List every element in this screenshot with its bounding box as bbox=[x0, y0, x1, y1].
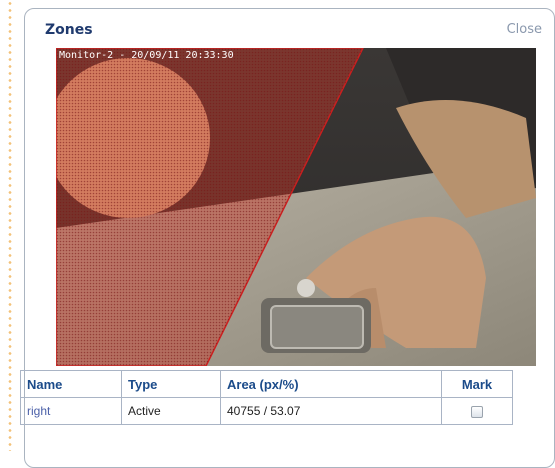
camera-frame: Monitor-2 - 20/09/11 20:33:30 bbox=[56, 48, 536, 366]
monitor-image[interactable]: Monitor-2 - 20/09/11 20:33:30 bbox=[56, 48, 536, 366]
monitor-timestamp: Monitor-2 - 20/09/11 20:33:30 bbox=[59, 50, 234, 61]
header-area: Area (px/%) bbox=[220, 370, 442, 398]
zone-area: 40755 / 53.07 bbox=[220, 397, 442, 425]
close-button[interactable]: Close bbox=[507, 22, 542, 37]
header-type: Type bbox=[121, 370, 221, 398]
zones-table: Name Type Area (px/%) Mark right Active … bbox=[20, 370, 513, 425]
zone-type: Active bbox=[121, 397, 221, 425]
header-mark: Mark bbox=[441, 370, 513, 398]
header-name: Name bbox=[20, 370, 122, 398]
mark-checkbox[interactable] bbox=[471, 405, 483, 418]
zone-name-link[interactable]: right bbox=[27, 404, 50, 418]
dialog-title: Zones bbox=[45, 22, 93, 38]
table-row: right Active 40755 / 53.07 bbox=[20, 397, 513, 425]
table-header-row: Name Type Area (px/%) Mark bbox=[20, 370, 513, 398]
sidebar-dotted-border bbox=[6, 0, 14, 451]
